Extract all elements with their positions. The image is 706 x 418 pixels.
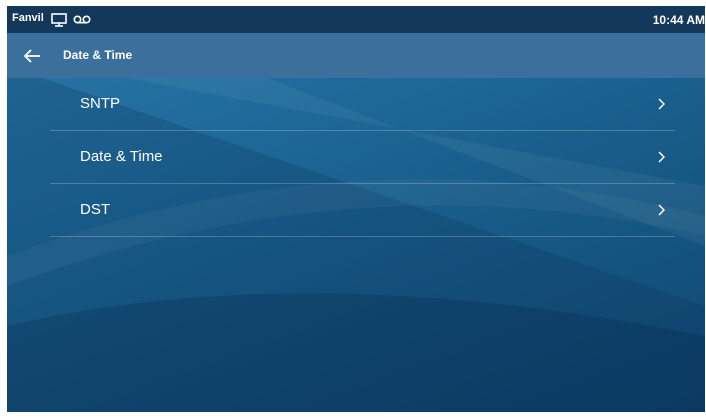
menu-item-date-time[interactable]: Date & Time (50, 131, 675, 184)
page-title: Date & Time (63, 48, 133, 62)
menu-item-label: DST (80, 201, 110, 218)
chevron-right-icon (658, 204, 665, 216)
title-bar: Date & Time (7, 33, 705, 78)
arrow-left-icon[interactable] (21, 45, 43, 67)
chevron-right-icon (658, 151, 665, 163)
menu-item-label: SNTP (80, 95, 121, 112)
divider (50, 236, 675, 237)
chevron-right-icon (658, 98, 665, 110)
clock: 10:44 AM (652, 13, 705, 27)
menu-item-label: Date & Time (80, 148, 163, 165)
device-frame: Fanvil 10:44 AM Date & Time SNTP Date & … (0, 0, 706, 418)
status-bar: Fanvil 10:44 AM (7, 6, 705, 33)
menu-item-sntp[interactable]: SNTP (50, 78, 675, 131)
phone-screen: Fanvil 10:44 AM Date & Time SNTP Date & … (7, 6, 705, 412)
menu-item-dst[interactable]: DST (50, 184, 675, 237)
voicemail-icon (73, 15, 91, 24)
brand-label: Fanvil (12, 12, 44, 24)
monitor-icon (51, 13, 67, 27)
